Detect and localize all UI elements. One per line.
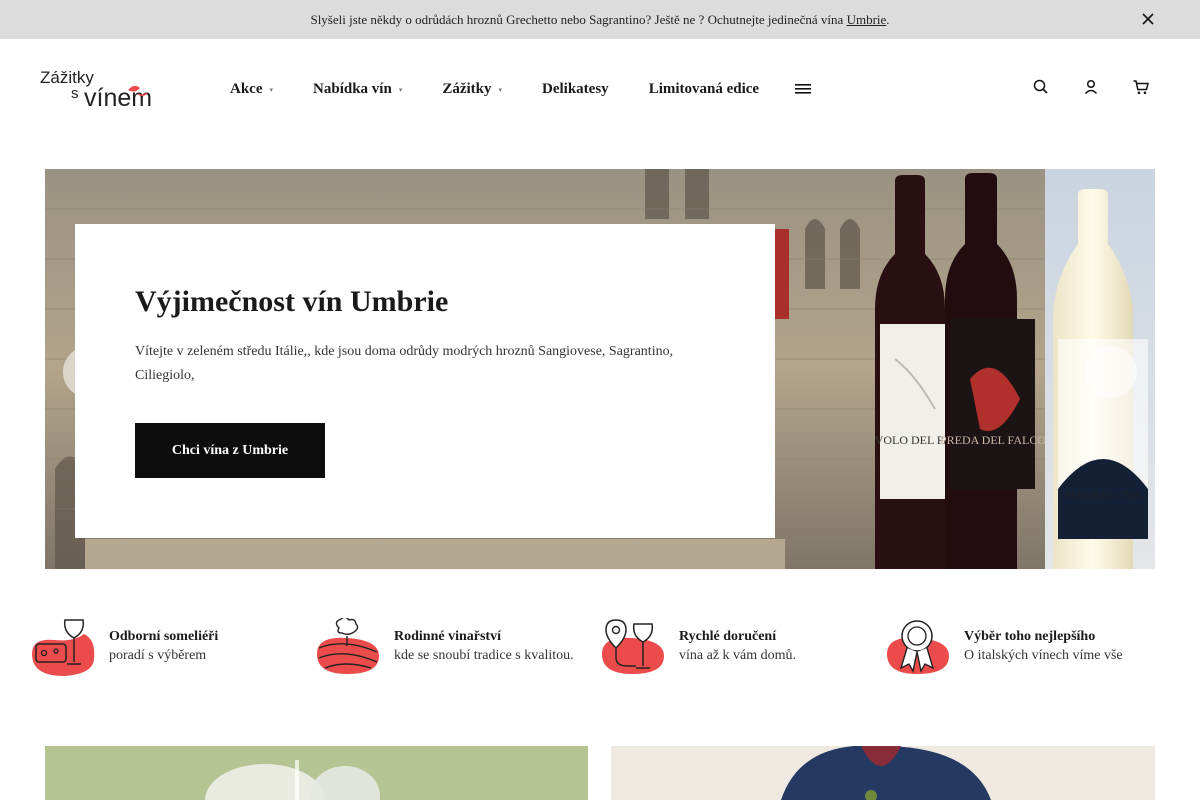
features-strip: Odborní someliéři poradí s výběrem Rodin… [30,618,1170,678]
feature-title: Odborní someliéři [109,629,219,644]
menu-icon[interactable] [795,83,813,95]
close-icon[interactable] [1140,11,1156,27]
main-nav: Akce ▾ Nabídka vín ▾ Zážitky ▾ Delikatesy L… [230,78,813,100]
promo-tile-image[interactable] [611,746,1155,800]
chevron-down-icon: ▾ [398,85,403,94]
feature-item: Výběr toho nejlepšího O italských vínech… [885,618,1123,678]
nav-item-delikatesy[interactable]: Delikatesy [542,81,609,98]
header-actions [1000,78,1150,96]
feature-item: Odborní someliéři poradí s výběrem [30,618,218,678]
sommelier-icon [32,619,95,676]
hero-description: Vítejte v zeleném středu Itálie,, kde js… [135,344,674,383]
hero-title: Výjimečnost vín Umbrie [135,285,449,318]
award-icon [887,620,949,674]
feature-item: Rychlé doručení vína až k vám domů. [600,618,796,678]
promo-tile-image[interactable] [45,746,588,800]
feature-subtitle: poradí s výběrem [109,648,207,663]
feature-title: Rychlé doručení [679,629,777,644]
nav-item-zazitky[interactable]: Zážitky ▾ [442,81,502,98]
search-icon[interactable] [1032,78,1050,96]
logo-line3: vínem [84,84,152,112]
delivery-icon [602,619,664,674]
logo-line2: s [71,85,79,102]
feature-subtitle: kde se snoubí tradice s kvalitou. [394,648,574,663]
nav-item-akce[interactable]: Akce ▾ [230,81,273,98]
vineyard-icon [317,618,379,674]
hero-cta-button[interactable]: Chci vína z Umbrie [135,423,325,478]
announcement-link[interactable]: Umbrie [847,12,887,27]
announcement-text: Slyšeli jste někdy o odrůdách hroznů Gre… [310,11,890,27]
feature-item: Rodinné vinařství kde se snoubí tradice … [315,618,574,678]
slider-next-button[interactable] [1085,346,1137,398]
logo[interactable]: Zážitky s vínem [40,64,174,112]
chevron-down-icon: ▾ [498,85,503,94]
feature-subtitle: vína až k vám domů. [679,648,797,663]
nav-item-nabidka-vin[interactable]: Nabídka vín ▾ [313,81,402,98]
user-icon[interactable] [1082,78,1100,96]
bottle-label: MADRELUNA [1065,488,1142,502]
hero-banner: VOLO DEL FALCO PREDA DEL FALCO MADRELUNA… [45,169,1155,569]
feature-subtitle: O italských vínech víme vše [964,648,1123,663]
bottle-label: PREDA DEL FALCO [940,433,1046,447]
cart-icon[interactable] [1132,78,1150,96]
feature-title: Výběr toho nejlepšího [964,629,1096,644]
nav-item-limitovana-edice[interactable]: Limitovaná edice [649,81,759,98]
announcement-bar: Slyšeli jste někdy o odrůdách hroznů Gre… [0,0,1200,39]
hero-card: Výjimečnost vín Umbrie Vítejte v zeleném… [75,224,775,538]
feature-title: Rodinné vinařství [394,629,501,644]
chevron-down-icon: ▾ [269,85,274,94]
